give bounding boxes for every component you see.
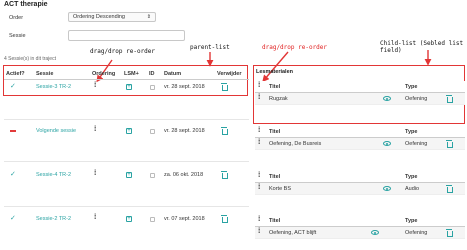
child-table-header: ⁞ Titel Type xyxy=(255,81,465,93)
table-row: Volgende sessie ⁞ + vr. 28 sept. 2018 xyxy=(4,124,249,138)
trash-icon[interactable] xyxy=(221,127,228,135)
col-titel: Titel xyxy=(269,174,281,180)
plus-square-icon[interactable]: + xyxy=(126,216,132,222)
eye-icon[interactable] xyxy=(383,96,391,101)
checkbox-icon[interactable] xyxy=(150,217,155,224)
header-id: ID xyxy=(149,71,155,77)
header-ordering: Ordering xyxy=(92,71,116,77)
plus-square-icon[interactable]: + xyxy=(126,84,132,90)
datum-cell: vr. 28 sept. 2018 xyxy=(164,84,205,90)
child-type: Audio xyxy=(405,186,420,192)
drag-handle-icon[interactable]: ⁞ xyxy=(258,184,260,191)
child-type: Oefening xyxy=(405,230,428,236)
child-titel: Korte BS xyxy=(269,186,292,192)
child-type: Oefening xyxy=(405,141,428,147)
header-sessie: Sessie xyxy=(36,71,54,77)
col-titel: Titel xyxy=(269,218,281,224)
checkmark-icon: ✓ xyxy=(10,171,16,178)
table-row: ✓ Sessie-4 TR-2 ⁞ + za. 06 okt. 2018 xyxy=(4,168,249,182)
child-table-header: ⁞ Titel Type xyxy=(255,126,465,138)
child-table: ⁞ Titel Type ⁞ Rugzak Oefening xyxy=(255,81,465,105)
trash-icon[interactable] xyxy=(221,83,228,91)
drag-handle-icon[interactable]: ⁞ xyxy=(258,94,260,101)
table-row: ✓ Sessie-3 TR-2 ⁞ + vr. 28 sept. 2018 xyxy=(4,80,249,94)
drag-handle-icon: ⁞ xyxy=(258,216,261,223)
col-titel: Titel xyxy=(269,84,281,90)
child-table: ⁞ Titel Type ⁞ Korte BS Audio xyxy=(255,171,465,195)
checkbox-icon[interactable] xyxy=(150,85,155,92)
child-table: ⁞ Titel Type ⁞ Oefening, De Busreis Oefe… xyxy=(255,126,465,150)
lesmaterialen-header: Lesmaterialen xyxy=(256,69,293,75)
checkmark-icon: ✓ xyxy=(10,215,16,222)
eye-icon[interactable] xyxy=(383,186,391,191)
list-item: ⁞ Korte BS Audio xyxy=(255,183,465,195)
row-divider xyxy=(4,161,249,162)
col-type: Type xyxy=(405,174,418,180)
col-type: Type xyxy=(405,84,418,90)
child-type: Oefening xyxy=(405,96,428,102)
drag-handle-icon: ⁞ xyxy=(258,172,261,179)
child-table: ⁞ Titel Type ⁞ Oefening, ACT blijft Oefe… xyxy=(255,215,465,239)
list-item: ⁞ Oefening, ACT blijft Oefening xyxy=(255,227,465,239)
datum-cell: za. 06 okt. 2018 xyxy=(164,172,204,178)
sessie-link[interactable]: Sessie-2 TR-2 xyxy=(36,216,71,222)
trash-icon[interactable] xyxy=(446,185,453,193)
drag-handle-icon[interactable]: ⁞ xyxy=(258,139,260,146)
drag-handle-icon: ⁞ xyxy=(258,127,261,134)
list-item: ⁞ Rugzak Oefening xyxy=(255,93,465,105)
trash-icon[interactable] xyxy=(446,140,453,148)
minus-icon xyxy=(10,130,16,132)
trash-icon[interactable] xyxy=(446,229,453,237)
drag-handle-icon[interactable]: ⁞ xyxy=(94,214,96,221)
parent-table-header: Actief? Sessie Ordering LSM+ ID Datum Ve… xyxy=(4,68,249,80)
trash-icon[interactable] xyxy=(446,95,453,103)
header-datum: Datum xyxy=(164,71,182,77)
row-divider xyxy=(4,206,249,207)
child-titel: Oefening, De Busreis xyxy=(269,141,322,147)
drag-handle-icon: ⁞ xyxy=(258,82,261,89)
trash-icon[interactable] xyxy=(221,171,228,179)
row-divider xyxy=(4,119,249,120)
trash-icon[interactable] xyxy=(221,215,228,223)
list-item: ⁞ Oefening, De Busreis Oefening xyxy=(255,138,465,150)
plus-square-icon[interactable]: + xyxy=(126,172,132,178)
checkbox-icon[interactable] xyxy=(150,129,155,136)
child-table-header: ⁞ Titel Type xyxy=(255,215,465,227)
sessie-link[interactable]: Sessie-3 TR-2 xyxy=(36,84,71,90)
child-titel: Oefening, ACT blijft xyxy=(269,230,317,236)
col-titel: Titel xyxy=(269,129,281,135)
sessie-link[interactable]: Sessie-4 TR-2 xyxy=(36,172,71,178)
checkbox-icon[interactable] xyxy=(150,173,155,180)
table-row: ✓ Sessie-2 TR-2 ⁞ + vr. 07 sept. 2018 xyxy=(4,212,249,226)
datum-cell: vr. 07 sept. 2018 xyxy=(164,216,205,222)
col-type: Type xyxy=(405,218,418,224)
sessie-link[interactable]: Volgende sessie xyxy=(36,128,76,134)
drag-handle-icon[interactable]: ⁞ xyxy=(258,228,260,235)
header-verwijder: Verwijder xyxy=(217,71,242,77)
drag-handle-icon[interactable]: ⁞ xyxy=(94,170,96,177)
child-titel: Rugzak xyxy=(269,96,288,102)
col-type: Type xyxy=(405,129,418,135)
drag-handle-icon[interactable]: ⁞ xyxy=(94,126,96,133)
eye-icon[interactable] xyxy=(371,230,379,235)
drag-handle-icon[interactable]: ⁞ xyxy=(94,82,96,89)
header-lsm: LSM+ xyxy=(124,71,139,77)
plus-square-icon[interactable]: + xyxy=(126,128,132,134)
datum-cell: vr. 28 sept. 2018 xyxy=(164,128,205,134)
child-table-header: ⁞ Titel Type xyxy=(255,171,465,183)
eye-icon[interactable] xyxy=(383,141,391,146)
checkmark-icon: ✓ xyxy=(10,83,16,90)
header-actief: Actief? xyxy=(6,71,25,77)
